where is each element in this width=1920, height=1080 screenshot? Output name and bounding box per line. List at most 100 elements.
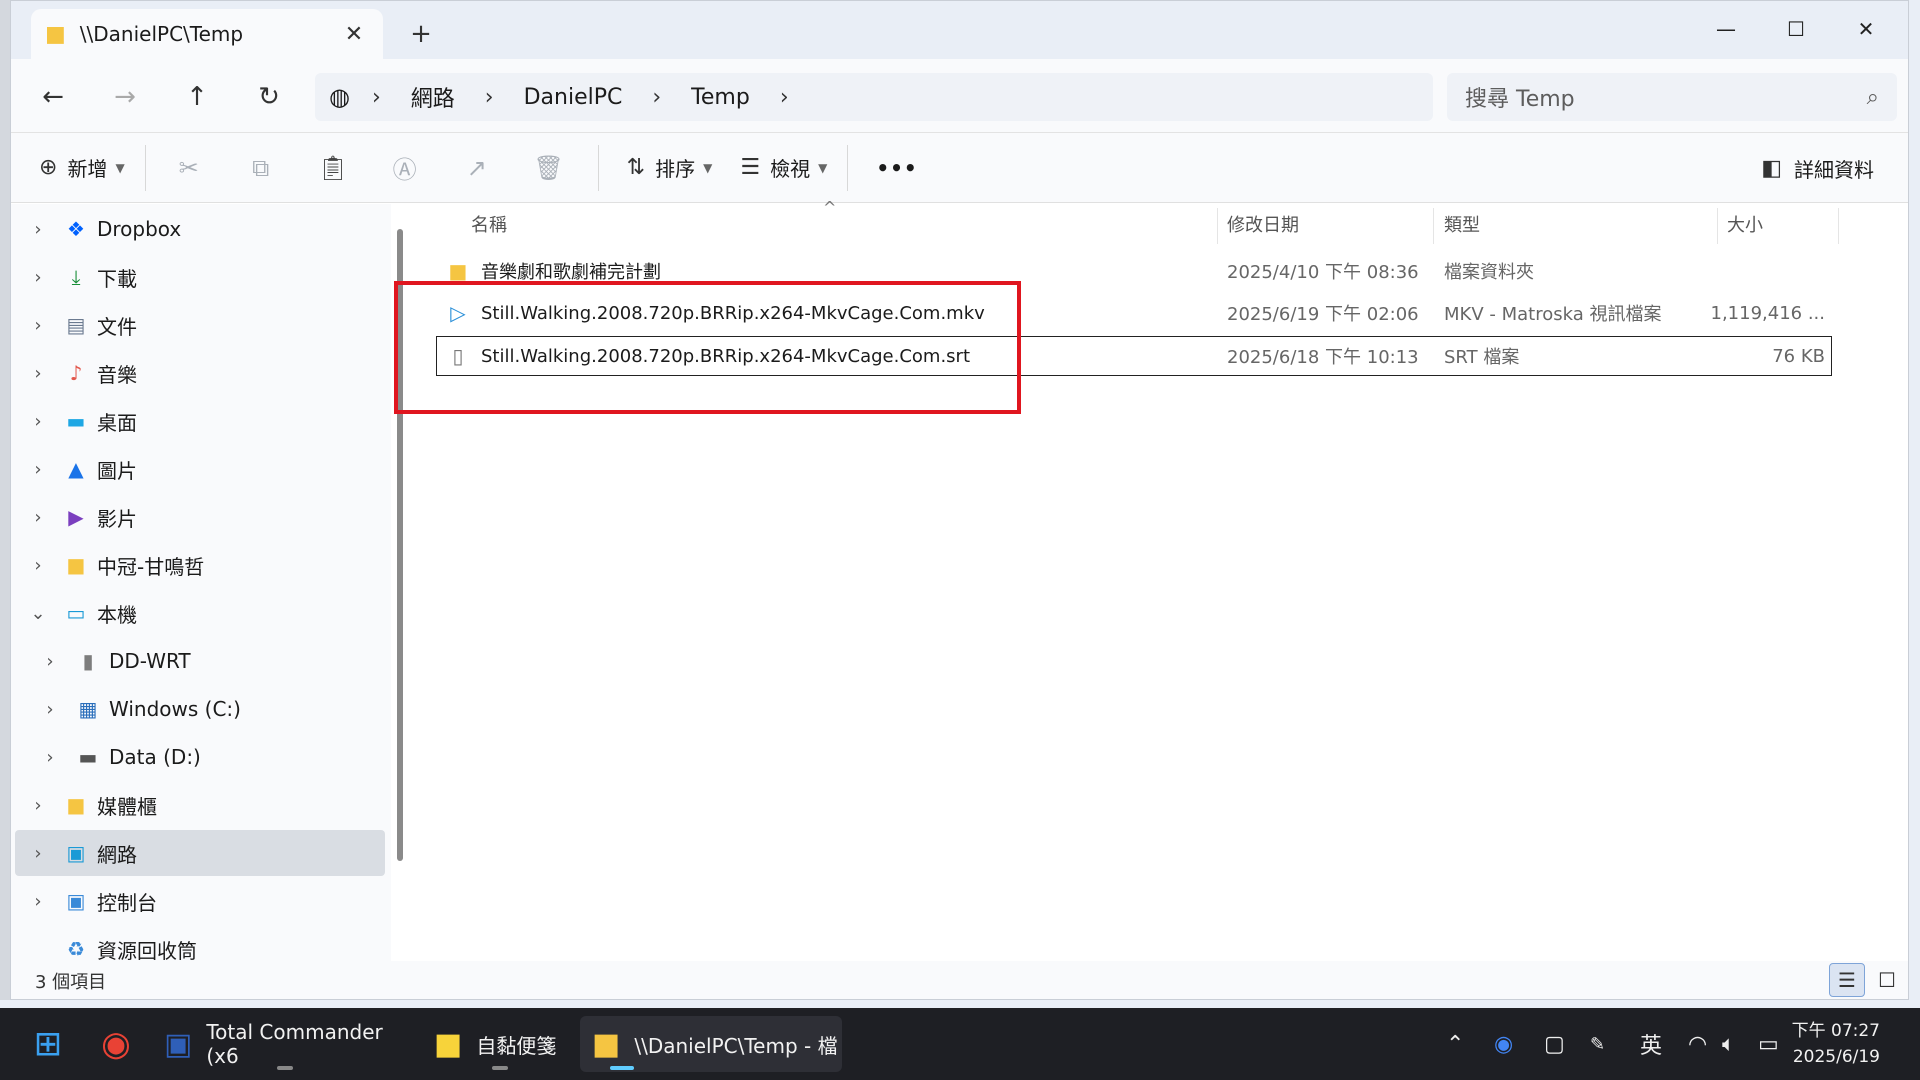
column-header-name[interactable]: 名稱	[471, 204, 507, 244]
trash-icon: 🗑︎	[533, 153, 564, 182]
battery-icon[interactable]: ▭	[1758, 1022, 1779, 1066]
delete-button[interactable]: 🗑︎	[520, 143, 578, 193]
column-divider[interactable]	[1217, 208, 1218, 244]
chevron-right-icon[interactable]: ›	[15, 843, 61, 864]
sidebar-item[interactable]: › ▦ Windows (C:)	[15, 686, 385, 732]
sidebar-item-label: Dropbox	[97, 217, 182, 241]
sidebar-item-label: 網路	[97, 842, 137, 867]
column-divider[interactable]	[1717, 208, 1718, 244]
sidebar-item[interactable]: › ▮ DD-WRT	[15, 638, 385, 684]
column-header-size[interactable]: 大小	[1727, 204, 1763, 244]
sidebar-item[interactable]: › ■ 中冠-甘鳴哲	[15, 542, 385, 588]
view-button[interactable]: ☰ 檢視 ▼	[740, 143, 827, 193]
paste-button[interactable]: 📋︎	[304, 143, 362, 193]
ime-indicator[interactable]: 英	[1640, 1022, 1662, 1066]
total-commander-taskbar-button[interactable]: ▣ Total Commander (x6	[160, 1016, 410, 1072]
sort-button[interactable]: ⇅ 排序 ▼	[627, 143, 713, 193]
column-divider[interactable]	[1433, 208, 1434, 244]
clock[interactable]: 下午 07:27 2025/6/19	[1792, 1018, 1880, 1070]
volume-icon[interactable]: 🔈︎	[1722, 1022, 1735, 1066]
chevron-right-icon[interactable]: ›	[15, 315, 61, 336]
breadcrumb-temp[interactable]: Temp	[691, 85, 750, 110]
folder-icon: ■	[592, 1026, 621, 1062]
chevron-right-icon[interactable]: ›	[15, 267, 61, 288]
up-button[interactable]: ↑	[177, 79, 217, 115]
chevron-right-icon[interactable]: ›	[15, 219, 61, 240]
videos-icon: ▶	[68, 505, 84, 529]
chevron-right-icon[interactable]: ›	[15, 891, 61, 912]
navigation-bar: ← → ↑ ↻ ◍ › 網路 › DanielPC › Temp › 搜尋 Te…	[11, 59, 1908, 133]
tiles-view-button[interactable]: ☐	[1869, 963, 1905, 997]
sidebar-item[interactable]: › ▲ 圖片	[15, 446, 385, 492]
sidebar-item[interactable]: › ❖ Dropbox	[15, 206, 385, 252]
chevron-right-icon[interactable]: ›	[15, 795, 61, 816]
address-bar[interactable]: ◍ › 網路 › DanielPC › Temp ›	[315, 73, 1433, 121]
scissors-icon: ✂	[178, 153, 199, 182]
copy-button[interactable]: ⧉	[232, 143, 290, 193]
sidebar-item[interactable]: ♻ 資源回收筒	[15, 926, 385, 961]
minimize-button[interactable]: —	[1691, 9, 1761, 49]
tray-app-icon[interactable]: ▢	[1544, 1022, 1565, 1066]
chevron-right-icon[interactable]: ›	[15, 459, 61, 480]
explorer-taskbar-button[interactable]: ■ \\DanielPC\Temp - 檔	[580, 1016, 842, 1072]
running-indicator	[277, 1066, 293, 1070]
column-divider[interactable]	[1838, 208, 1839, 244]
wifi-icon[interactable]: ◠	[1688, 1022, 1707, 1066]
sidebar-item-label: 媒體櫃	[97, 794, 157, 819]
chrome-tray-icon[interactable]: ◉	[1494, 1022, 1513, 1066]
chevron-down-icon: ▼	[703, 160, 713, 175]
chevron-right-icon[interactable]: ›	[15, 507, 61, 528]
breadcrumb-network[interactable]: 網路	[411, 81, 455, 113]
sidebar-item[interactable]: › ▤ 文件	[15, 302, 385, 348]
show-hidden-icons-button[interactable]: ⌃	[1446, 1022, 1464, 1066]
more-options-button[interactable]: •••	[876, 143, 917, 193]
new-tab-button[interactable]: +	[403, 19, 439, 49]
sidebar-item[interactable]: › ■ 媒體櫃	[15, 782, 385, 828]
search-input[interactable]: 搜尋 Temp ⌕	[1447, 73, 1897, 121]
column-header-type[interactable]: 類型	[1444, 204, 1480, 244]
chevron-right-icon[interactable]: ›	[15, 411, 61, 432]
column-header-date[interactable]: 修改日期	[1227, 204, 1299, 244]
sidebar-item[interactable]: › ▣ 控制台	[15, 878, 385, 924]
details-view-button[interactable]: ☰	[1829, 963, 1865, 997]
column-type-label: 類型	[1444, 215, 1480, 236]
chevron-down-icon[interactable]: ⌄	[15, 603, 61, 624]
share-button[interactable]: ↗	[448, 143, 506, 193]
chevron-right-icon[interactable]: ›	[27, 699, 73, 720]
chevron-right-icon[interactable]: ›	[15, 363, 61, 384]
back-button[interactable]: ←	[33, 79, 73, 115]
forward-button[interactable]: →	[105, 79, 145, 115]
chevron-right-icon[interactable]: ›	[15, 555, 61, 576]
sidebar-item[interactable]: › ⤓ 下載	[15, 254, 385, 300]
details-pane-button[interactable]: ◧ 詳細資料	[1761, 143, 1874, 193]
recycle-bin-icon: ♻	[67, 937, 85, 961]
maximize-button[interactable]: ☐	[1761, 9, 1831, 49]
search-icon: ⌕	[1866, 84, 1879, 110]
chevron-right-icon[interactable]: ›	[27, 747, 73, 768]
clipboard-icon: 📋︎	[317, 153, 348, 182]
sidebar-item[interactable]: › ▶ 影片	[15, 494, 385, 540]
chrome-taskbar-button[interactable]: ◉	[92, 1016, 140, 1072]
start-button[interactable]: ⊞	[26, 1016, 70, 1072]
sidebar-item[interactable]: › ♪ 音樂	[15, 350, 385, 396]
tab-current[interactable]: ■ \\DanielPC\Temp ✕	[31, 9, 383, 59]
floppy-disk-icon: ▣	[164, 1026, 193, 1062]
chevron-down-icon: ▼	[115, 160, 125, 175]
navigation-pane: › ❖ Dropbox › ⤓ 下載 › ▤ 文件 › ♪ 音樂 › ▬ 桌面 › ▲ 圖片 › ▶ 影片 › ■ 中冠-甘鳴…	[11, 204, 391, 961]
new-button[interactable]: ⊕ 新增 ▼	[39, 143, 125, 193]
pen-icon[interactable]: ✎	[1590, 1022, 1605, 1066]
sidebar-item-label: 下載	[97, 266, 137, 291]
refresh-button[interactable]: ↻	[249, 79, 289, 115]
rename-button[interactable]: Ⓐ	[376, 143, 434, 193]
sticky-notes-taskbar-button[interactable]: ■ 自黏便箋	[430, 1016, 570, 1072]
breadcrumb-danielpc[interactable]: DanielPC	[524, 85, 623, 110]
sidebar-item[interactable]: › ▬ 桌面	[15, 398, 385, 444]
tab-close-icon[interactable]: ✕	[339, 22, 369, 47]
sidebar-item[interactable]: › ▣ 網路	[15, 830, 385, 876]
cut-button[interactable]: ✂	[160, 143, 218, 193]
sidebar-item[interactable]: › ▬ Data (D:)	[15, 734, 385, 780]
close-window-button[interactable]: ✕	[1831, 9, 1901, 49]
chevron-right-icon[interactable]: ›	[27, 651, 73, 672]
sidebar-item[interactable]: ⌄ ▭ 本機	[15, 590, 385, 636]
breadcrumb-expand[interactable]: ›	[780, 85, 789, 110]
